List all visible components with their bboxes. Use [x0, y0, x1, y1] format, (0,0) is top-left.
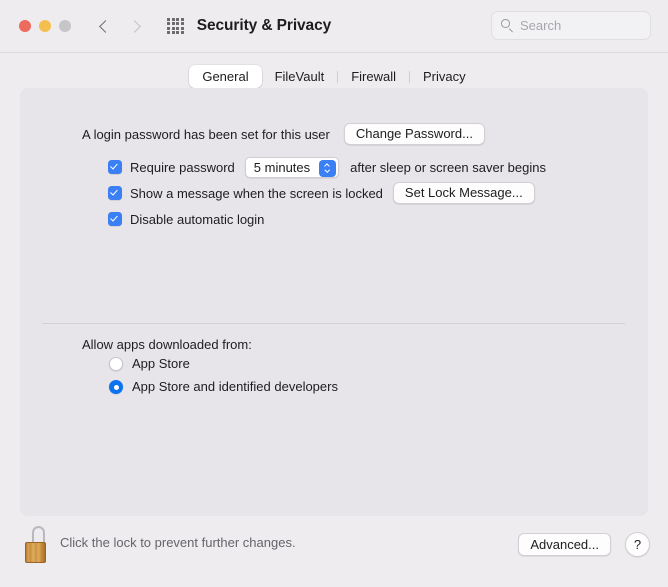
- login-password-status: A login password has been set for this u…: [82, 126, 330, 142]
- open-padlock-icon[interactable]: [25, 526, 55, 564]
- traffic-light-controls: [19, 20, 71, 32]
- close-button[interactable]: [19, 20, 31, 32]
- disable-automatic-login-row: Disable automatic login: [108, 206, 546, 232]
- section-divider: [42, 323, 625, 324]
- tab-bar: General FileVault Firewall Privacy: [0, 53, 668, 88]
- app-store-label: App Store: [132, 356, 190, 371]
- search-input[interactable]: Search: [491, 11, 651, 40]
- footer-bar: Click the lock to prevent further change…: [0, 516, 668, 587]
- search-placeholder: Search: [520, 18, 562, 33]
- login-password-row: A login password has been set for this u…: [82, 123, 485, 145]
- require-password-checkbox[interactable]: [108, 160, 122, 174]
- zoom-button[interactable]: [59, 20, 71, 32]
- require-password-row: Require password 5 minutes after sleep o…: [108, 154, 546, 180]
- navigation-arrows: [93, 14, 147, 38]
- require-password-trailing-text: after sleep or screen saver begins: [350, 159, 546, 175]
- radio-row-app-store-identified-developers[interactable]: App Store and identified developers: [109, 375, 338, 398]
- tab-filevault[interactable]: FileVault: [262, 65, 338, 88]
- general-settings-panel: A login password has been set for this u…: [20, 88, 648, 516]
- radio-row-app-store[interactable]: App Store: [109, 352, 338, 375]
- help-button[interactable]: ?: [625, 532, 650, 557]
- allow-apps-section: Allow apps downloaded from: App Store Ap…: [82, 337, 338, 398]
- set-lock-message-button[interactable]: Set Lock Message...: [392, 182, 535, 204]
- window-titlebar: Security & Privacy Search: [0, 0, 668, 53]
- back-chevron-icon: [99, 19, 112, 33]
- tab-firewall[interactable]: Firewall: [338, 65, 409, 88]
- search-icon: [501, 19, 514, 32]
- advanced-button[interactable]: Advanced...: [518, 533, 611, 556]
- show-all-grid-icon[interactable]: [167, 17, 184, 35]
- back-button[interactable]: [93, 14, 115, 38]
- allow-apps-title: Allow apps downloaded from:: [82, 337, 252, 352]
- lock-caption: Click the lock to prevent further change…: [60, 535, 296, 550]
- require-password-delay-select[interactable]: 5 minutes: [244, 156, 340, 178]
- tab-privacy[interactable]: Privacy: [410, 65, 479, 88]
- page-title: Security & Privacy: [196, 17, 332, 34]
- security-checkbox-group: Require password 5 minutes after sleep o…: [108, 154, 546, 232]
- app-store-identified-developers-label: App Store and identified developers: [132, 379, 338, 394]
- require-password-label: Require password: [130, 159, 235, 175]
- show-lock-message-row: Show a message when the screen is locked…: [108, 180, 546, 206]
- disable-automatic-login-label: Disable automatic login: [130, 211, 265, 227]
- disable-automatic-login-checkbox[interactable]: [108, 212, 122, 226]
- tab-general[interactable]: General: [189, 65, 262, 88]
- minimize-button[interactable]: [39, 20, 51, 32]
- security-privacy-window: Security & Privacy Search General FileVa…: [0, 0, 668, 587]
- up-down-chevron-icon: [319, 159, 337, 177]
- app-store-radio[interactable]: [109, 356, 123, 371]
- app-store-identified-developers-radio[interactable]: [109, 379, 123, 394]
- forward-button[interactable]: [125, 14, 147, 38]
- show-lock-message-label: Show a message when the screen is locked: [130, 185, 383, 201]
- show-lock-message-checkbox[interactable]: [108, 186, 122, 200]
- forward-chevron-icon: [128, 19, 141, 33]
- change-password-button[interactable]: Change Password...: [343, 123, 485, 145]
